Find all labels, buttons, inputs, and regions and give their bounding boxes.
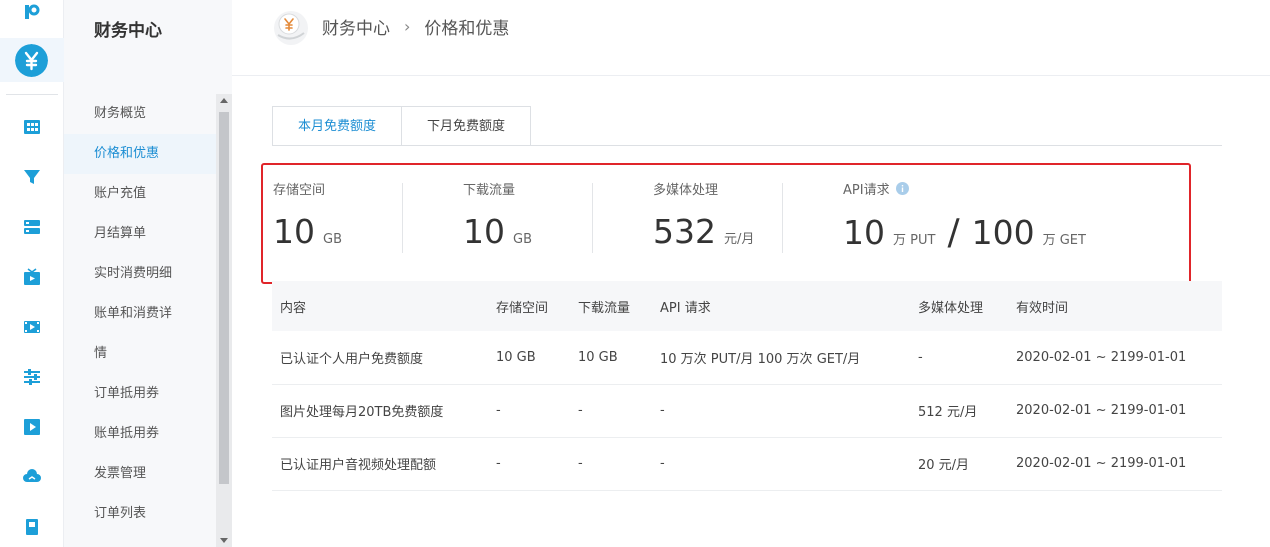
quota-api-slash: /: [947, 212, 960, 253]
quota-tabs: 本月免费额度 下月免费额度: [272, 106, 532, 146]
quota-storage-unit: GB: [323, 232, 342, 247]
breadcrumb-current: 价格和优惠: [424, 19, 510, 39]
sidebar-item-overview[interactable]: 财务概览: [64, 94, 216, 134]
quota-media-label: 多媒体处理: [653, 183, 719, 198]
chevron-right-icon: ›: [404, 17, 411, 36]
table-cell: 512 元/月: [918, 384, 1016, 438]
quota-summary: 存储空间 10 GB 下载流量 10 GB 多媒体处理 532 元/月 API请求 1…: [261, 163, 1191, 284]
sidebar-item-order-coupons[interactable]: 订单抵用券: [64, 374, 216, 414]
sidebar-menu: 财务概览 价格和优惠 账户充值 月结算单 实时消费明细 账单和消费详 情 订单抵…: [64, 94, 216, 534]
table-cell: 2020-02-01 ~ 2199-01-01: [1016, 384, 1222, 438]
table-cell: 图片处理每月20TB免费额度: [272, 384, 496, 438]
column-header-media: 多媒体处理: [918, 281, 1016, 331]
info-icon[interactable]: [895, 182, 909, 195]
scrollbar-thumb[interactable]: [219, 112, 229, 484]
quota-api-put-value: 10: [843, 213, 885, 252]
quota-table: 内容 存储空间 下载流量 API 请求 多媒体处理 有效时间 已认证个人用户免费…: [272, 281, 1222, 491]
finance-breadcrumb-icon: [274, 11, 308, 45]
logo-icon[interactable]: [24, 4, 40, 20]
quota-api-label: API请求: [843, 183, 890, 198]
sidebar-scrollbar[interactable]: [216, 94, 232, 547]
tab-next-month[interactable]: 下月免费额度: [401, 106, 532, 146]
dashboard-icon[interactable]: [23, 118, 41, 136]
storage-icon[interactable]: [23, 218, 41, 236]
table-cell: 2020-02-01 ~ 2199-01-01: [1016, 331, 1222, 385]
rail-separator: [6, 94, 58, 95]
sliders-icon[interactable]: [23, 368, 41, 386]
tab-this-month[interactable]: 本月免费额度: [272, 106, 403, 146]
breadcrumb: 财务中心 › 价格和优惠: [322, 14, 509, 39]
quota-api: API请求 10 万 PUT / 100 万 GET: [843, 179, 1086, 253]
table-cell: 2020-02-01 ~ 2199-01-01: [1016, 437, 1222, 491]
sidebar: 财务中心 财务概览 价格和优惠 账户充值 月结算单 实时消费明细 账单和消费详 …: [64, 0, 232, 547]
quota-media-value: 532: [653, 212, 716, 251]
funnel-icon[interactable]: [23, 168, 41, 186]
table-cell: -: [578, 437, 660, 491]
tab-divider: [272, 145, 1222, 146]
table-row: 已认证个人用户免费额度 10 GB 10 GB 10 万次 PUT/月 100 …: [272, 331, 1222, 385]
scroll-down-icon[interactable]: [220, 538, 228, 543]
document-icon[interactable]: [23, 518, 41, 536]
quota-media-unit: 元/月: [724, 232, 755, 247]
sidebar-item-monthly-statement[interactable]: 月结算单: [64, 214, 216, 254]
quota-divider: [402, 183, 403, 253]
main-content: 财务中心 › 价格和优惠 本月免费额度 下月免费额度 存储空间 10 GB 下载流…: [232, 0, 1270, 547]
table-cell: -: [496, 437, 578, 491]
column-header-download: 下载流量: [578, 281, 660, 331]
video-icon[interactable]: [23, 318, 41, 336]
table-row: 已认证用户音视频处理配额 - - - 20 元/月 2020-02-01 ~ 2…: [272, 437, 1222, 491]
player-icon[interactable]: [23, 418, 41, 436]
table-cell: 10 GB: [496, 331, 578, 385]
quota-api-get-value: 100: [971, 213, 1035, 252]
table-cell: 10 万次 PUT/月 100 万次 GET/月: [660, 331, 918, 385]
table-cell: 已认证个人用户免费额度: [272, 331, 496, 385]
icon-rail: [0, 0, 64, 547]
quota-download-unit: GB: [513, 232, 532, 247]
sidebar-item-orders[interactable]: 订单列表: [64, 494, 216, 534]
sidebar-item-bill-coupons[interactable]: 账单抵用券: [64, 414, 216, 454]
table-cell: 10 GB: [578, 331, 660, 385]
sidebar-title: 财务中心: [94, 21, 162, 41]
breadcrumb-root[interactable]: 财务中心: [322, 14, 390, 39]
quota-divider: [782, 183, 783, 253]
quota-storage-value: 10: [273, 212, 315, 251]
live-icon[interactable]: [23, 268, 41, 286]
table-cell: -: [660, 437, 918, 491]
quota-media: 多媒体处理 532 元/月: [653, 179, 754, 251]
quota-divider: [592, 183, 593, 253]
table-header-row: 内容 存储空间 下载流量 API 请求 多媒体处理 有效时间: [272, 281, 1222, 331]
quota-storage: 存储空间 10 GB: [273, 179, 342, 251]
scroll-up-icon[interactable]: [220, 98, 228, 103]
table-cell: -: [918, 331, 1016, 385]
sidebar-item-realtime-consumption[interactable]: 实时消费明细: [64, 254, 216, 294]
quota-download: 下载流量 10 GB: [463, 179, 532, 251]
sidebar-item-bill-details-cont[interactable]: 情: [64, 334, 216, 374]
table-cell: -: [496, 384, 578, 438]
table-cell: 已认证用户音视频处理配额: [272, 437, 496, 491]
table-cell: -: [578, 384, 660, 438]
column-header-validity: 有效时间: [1016, 281, 1222, 331]
header: 财务中心 › 价格和优惠: [232, 0, 1270, 76]
table-cell: 20 元/月: [918, 437, 1016, 491]
sidebar-item-pricing[interactable]: 价格和优惠: [64, 134, 216, 174]
finance-icon[interactable]: [15, 44, 48, 77]
table-row: 图片处理每月20TB免费额度 - - - 512 元/月 2020-02-01 …: [272, 384, 1222, 438]
sidebar-item-recharge[interactable]: 账户充值: [64, 174, 216, 214]
sidebar-item-bill-details[interactable]: 账单和消费详: [64, 294, 216, 334]
quota-api-put-unit: 万 PUT: [893, 233, 936, 248]
quota-download-value: 10: [463, 212, 505, 251]
table-cell: -: [660, 384, 918, 438]
quota-storage-label: 存储空间: [273, 183, 326, 198]
cloud-icon[interactable]: [23, 468, 41, 486]
column-header-api: API 请求: [660, 281, 918, 331]
quota-api-get-unit: 万 GET: [1042, 233, 1086, 248]
sidebar-item-invoices[interactable]: 发票管理: [64, 454, 216, 494]
quota-download-label: 下载流量: [463, 183, 516, 198]
column-header-storage: 存储空间: [496, 281, 578, 331]
column-header-content: 内容: [272, 281, 496, 331]
